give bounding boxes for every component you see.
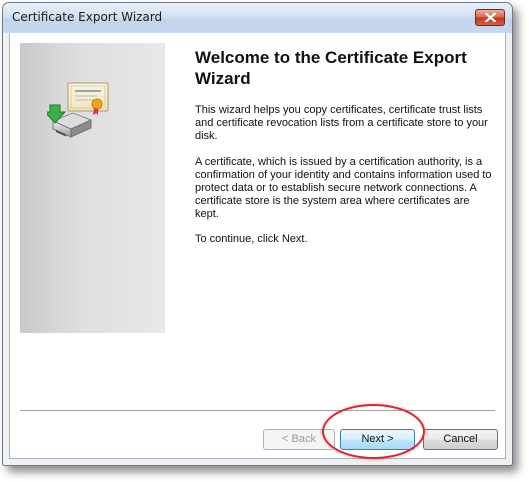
certificate-export-wizard-window: Certificate Export Wizard Welcome to the… bbox=[2, 2, 513, 466]
close-button[interactable] bbox=[475, 9, 505, 26]
cancel-button[interactable]: Cancel bbox=[423, 429, 498, 450]
button-separator bbox=[20, 410, 495, 412]
back-button[interactable]: < Back bbox=[263, 429, 335, 450]
wizard-content: Welcome to the Certificate Export Wizard… bbox=[9, 33, 506, 459]
intro-paragraph: This wizard helps you copy certificates,… bbox=[195, 104, 488, 142]
close-icon bbox=[485, 13, 496, 22]
continue-instruction: To continue, click Next. bbox=[195, 233, 308, 245]
certificate-description-paragraph: A certificate, which is issued by a cert… bbox=[195, 156, 492, 220]
next-button[interactable]: Next > bbox=[340, 429, 415, 450]
certificate-export-icon bbox=[47, 82, 109, 138]
title-bar[interactable]: Certificate Export Wizard bbox=[3, 3, 512, 33]
window-title: Certificate Export Wizard bbox=[12, 10, 163, 24]
wizard-heading: Welcome to the Certificate Export Wizard bbox=[195, 48, 467, 88]
wizard-side-panel bbox=[20, 43, 165, 333]
